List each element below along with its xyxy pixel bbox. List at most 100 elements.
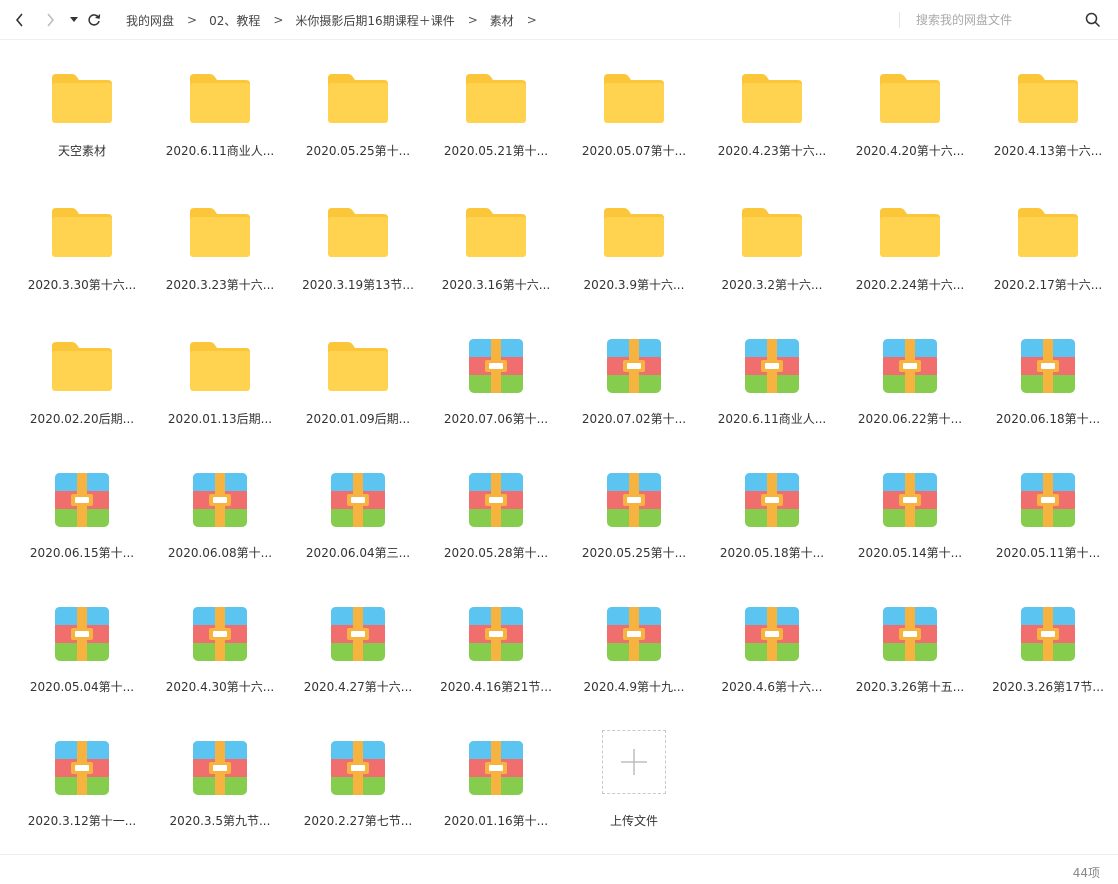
- item-name: 2020.07.02第十...: [581, 412, 687, 426]
- archive-item[interactable]: 2020.3.26第17节...: [979, 594, 1117, 728]
- folder-item[interactable]: 2020.3.30第十六...: [13, 192, 151, 326]
- folder-icon: [328, 208, 388, 257]
- item-name: 2020.3.12第十一...: [27, 814, 137, 828]
- archive-icon: [55, 473, 109, 527]
- file-grid: 天空素材 2020.6.11商业人... 2020.05.25第十... 2020.0…: [13, 58, 1117, 862]
- archive-item[interactable]: 2020.4.27第十六...: [289, 594, 427, 728]
- folder-thumbnail: [877, 68, 943, 128]
- archive-item[interactable]: 2020.01.16第十...: [427, 728, 565, 862]
- refresh-button[interactable]: [84, 10, 104, 30]
- item-name: 2020.05.07第十...: [581, 144, 687, 158]
- archive-item[interactable]: 2020.4.6第十六...: [703, 594, 841, 728]
- folder-item[interactable]: 2020.3.9第十六...: [565, 192, 703, 326]
- folder-item[interactable]: 2020.05.07第十...: [565, 58, 703, 192]
- folder-item[interactable]: 2020.3.19第13节...: [289, 192, 427, 326]
- item-name: 2020.4.13第十六...: [993, 144, 1103, 158]
- archive-item[interactable]: 2020.05.14第十...: [841, 460, 979, 594]
- archive-item[interactable]: 2020.06.04第三...: [289, 460, 427, 594]
- folder-item[interactable]: 2020.2.24第十六...: [841, 192, 979, 326]
- folder-icon: [190, 342, 250, 391]
- archive-item[interactable]: 2020.05.18第十...: [703, 460, 841, 594]
- archive-item[interactable]: 2020.05.25第十...: [565, 460, 703, 594]
- archive-item[interactable]: 2020.07.06第十...: [427, 326, 565, 460]
- item-name: 2020.4.23第十六...: [717, 144, 827, 158]
- folder-thumbnail: [187, 68, 253, 128]
- archive-thumbnail: [1015, 470, 1081, 530]
- folder-item[interactable]: 2020.6.11商业人...: [151, 58, 289, 192]
- folder-icon: [52, 342, 112, 391]
- archive-item[interactable]: 2020.05.28第十...: [427, 460, 565, 594]
- archive-thumbnail: [49, 738, 115, 798]
- folder-thumbnail: [325, 68, 391, 128]
- upload-file-button[interactable]: 上传文件: [565, 728, 703, 862]
- folder-thumbnail: [49, 68, 115, 128]
- folder-item[interactable]: 2020.05.21第十...: [427, 58, 565, 192]
- forward-button[interactable]: [40, 10, 60, 30]
- archive-item[interactable]: 2020.4.9第十九...: [565, 594, 703, 728]
- folder-item[interactable]: 2020.3.2第十六...: [703, 192, 841, 326]
- breadcrumb-item-course[interactable]: 米你摄影后期16期课程＋课件: [295, 12, 454, 29]
- archive-icon: [469, 741, 523, 795]
- archive-icon: [193, 607, 247, 661]
- upload-dropzone[interactable]: [602, 730, 666, 794]
- folder-item[interactable]: 2020.05.25第十...: [289, 58, 427, 192]
- archive-item[interactable]: 2020.2.27第七节...: [289, 728, 427, 862]
- archive-item[interactable]: 2020.6.11商业人...: [703, 326, 841, 460]
- archive-icon: [883, 607, 937, 661]
- archive-item[interactable]: 2020.06.22第十...: [841, 326, 979, 460]
- archive-icon: [1021, 607, 1075, 661]
- folder-item[interactable]: 2020.4.23第十六...: [703, 58, 841, 192]
- breadcrumb-item-materials[interactable]: 素材: [490, 12, 514, 29]
- breadcrumb-item-tutorials[interactable]: 02、教程: [209, 12, 260, 29]
- folder-thumbnail: [49, 202, 115, 262]
- archive-item[interactable]: 2020.4.16第21节...: [427, 594, 565, 728]
- search-icon: [1085, 12, 1101, 28]
- folder-item[interactable]: 2020.4.20第十六...: [841, 58, 979, 192]
- folder-icon: [742, 208, 802, 257]
- archive-icon: [469, 473, 523, 527]
- archive-item[interactable]: 2020.4.30第十六...: [151, 594, 289, 728]
- history-dropdown-button[interactable]: [64, 10, 84, 30]
- archive-item[interactable]: 2020.3.26第十五...: [841, 594, 979, 728]
- back-button[interactable]: [10, 10, 30, 30]
- archive-icon: [883, 339, 937, 393]
- folder-thumbnail: [739, 202, 805, 262]
- folder-thumbnail: [601, 68, 667, 128]
- folder-item[interactable]: 2020.2.17第十六...: [979, 192, 1117, 326]
- archive-item[interactable]: 2020.06.18第十...: [979, 326, 1117, 460]
- archive-icon: [745, 339, 799, 393]
- archive-item[interactable]: 2020.06.15第十...: [13, 460, 151, 594]
- archive-icon: [331, 741, 385, 795]
- divider: [899, 12, 900, 28]
- archive-icon: [607, 607, 661, 661]
- breadcrumb-item-my-drive[interactable]: 我的网盘: [126, 12, 174, 29]
- archive-icon: [1021, 339, 1075, 393]
- archive-item[interactable]: 2020.07.02第十...: [565, 326, 703, 460]
- folder-item[interactable]: 2020.02.20后期...: [13, 326, 151, 460]
- folder-item[interactable]: 2020.4.13第十六...: [979, 58, 1117, 192]
- archive-thumbnail: [601, 470, 667, 530]
- breadcrumb: 我的网盘 > 02、教程 > 米你摄影后期16期课程＋课件 > 素材 >: [126, 0, 549, 40]
- archive-item[interactable]: 2020.05.11第十...: [979, 460, 1117, 594]
- folder-icon: [1018, 74, 1078, 123]
- folder-item[interactable]: 2020.3.23第十六...: [151, 192, 289, 326]
- archive-item[interactable]: 2020.3.12第十一...: [13, 728, 151, 862]
- search-input[interactable]: [908, 8, 1078, 32]
- archive-item[interactable]: 2020.3.5第九节...: [151, 728, 289, 862]
- folder-thumbnail: [1015, 68, 1081, 128]
- archive-item[interactable]: 2020.06.08第十...: [151, 460, 289, 594]
- item-name: 2020.3.5第九节...: [169, 814, 271, 828]
- folder-icon: [880, 208, 940, 257]
- folder-thumbnail: [877, 202, 943, 262]
- folder-item[interactable]: 2020.3.16第十六...: [427, 192, 565, 326]
- search-button[interactable]: [1084, 11, 1102, 29]
- folder-item[interactable]: 2020.01.13后期...: [151, 326, 289, 460]
- archive-thumbnail: [1015, 336, 1081, 396]
- archive-item[interactable]: 2020.05.04第十...: [13, 594, 151, 728]
- item-name: 2020.4.20第十六...: [855, 144, 965, 158]
- archive-icon: [193, 741, 247, 795]
- archive-thumbnail: [877, 470, 943, 530]
- folder-item[interactable]: 2020.01.09后期...: [289, 326, 427, 460]
- folder-thumbnail: [601, 202, 667, 262]
- folder-item[interactable]: 天空素材: [13, 58, 151, 192]
